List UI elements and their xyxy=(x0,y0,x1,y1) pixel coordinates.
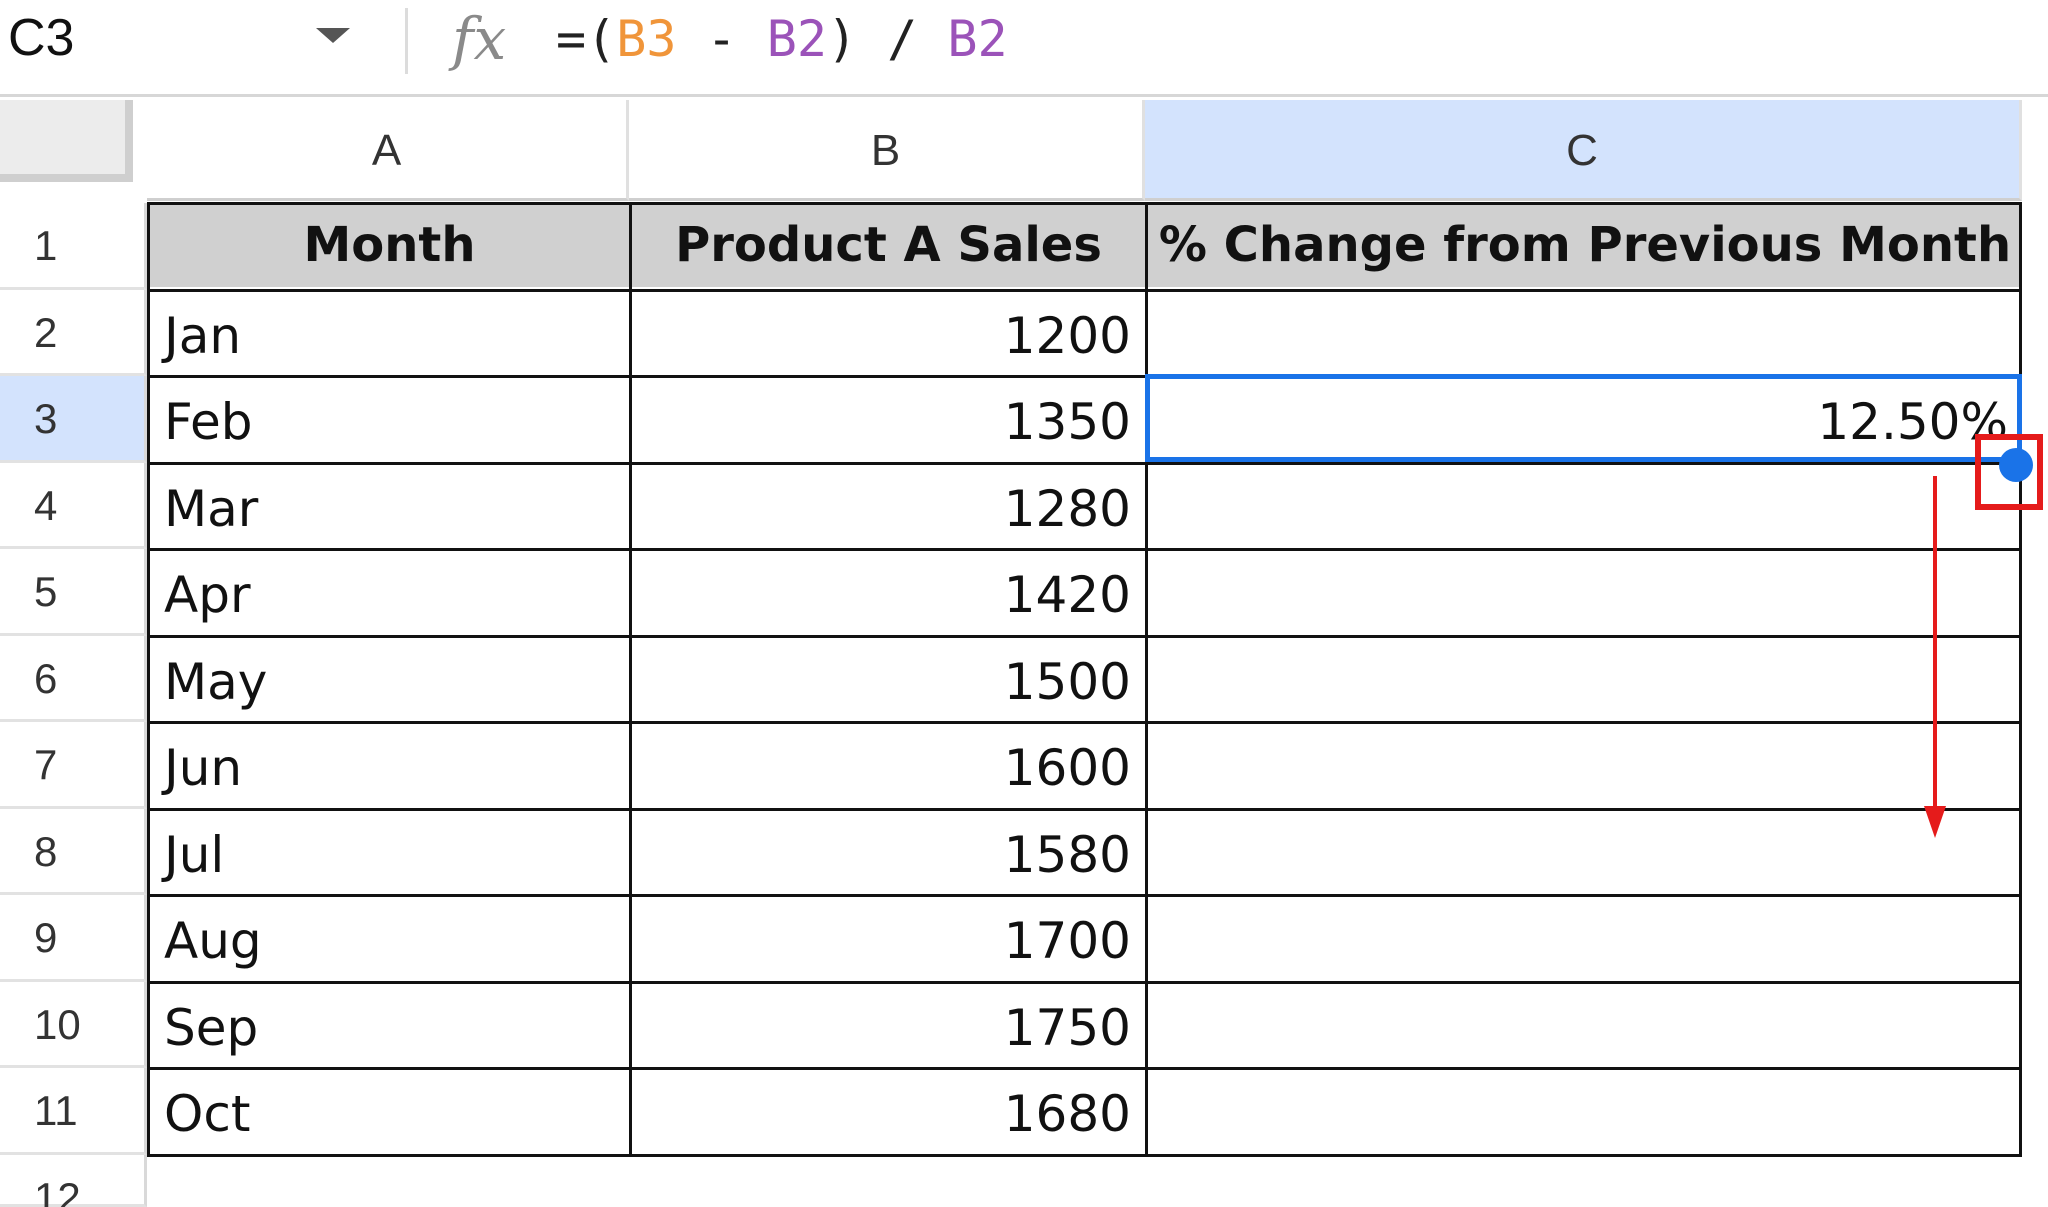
table-row-border xyxy=(147,1153,2022,1157)
cell-sales[interactable]: 1600 xyxy=(632,728,1145,809)
cell-change[interactable] xyxy=(1148,815,2022,896)
cell-change[interactable] xyxy=(1148,642,2022,723)
header-percent-change[interactable]: % Change from Previous Month xyxy=(1148,203,2022,287)
cell-month[interactable]: Feb xyxy=(150,382,629,463)
row-header-5[interactable]: 5 xyxy=(0,549,147,636)
row-number: 8 xyxy=(34,827,58,875)
formula-input[interactable]: =(B3 - B2) / B2 xyxy=(556,6,1008,72)
cell-sales[interactable]: 1280 xyxy=(632,469,1145,550)
table-column-border xyxy=(147,203,150,1154)
cell-sales[interactable]: 1700 xyxy=(632,901,1145,982)
row-header-9[interactable]: 9 xyxy=(0,895,147,982)
name-box-dropdown-icon[interactable] xyxy=(316,28,350,43)
formula-part: ) / xyxy=(826,10,948,68)
header-month[interactable]: Month xyxy=(150,203,629,287)
cell-sales[interactable]: 1580 xyxy=(632,815,1145,896)
fill-handle[interactable] xyxy=(1999,448,2033,482)
column-header-b[interactable]: B xyxy=(629,100,1145,201)
table-row-border xyxy=(147,1067,2022,1070)
row-header-3[interactable]: 3 xyxy=(0,376,147,463)
table-column-border xyxy=(629,203,632,1154)
row-number: 5 xyxy=(34,568,58,615)
row-number: 11 xyxy=(34,1087,78,1134)
table-row-border xyxy=(147,894,2022,897)
formula-part: =( xyxy=(556,10,617,68)
row-header-4[interactable]: 4 xyxy=(0,462,147,549)
formula-ref-b2: B2 xyxy=(947,10,1008,68)
row-number: 6 xyxy=(34,654,58,702)
formula-ref-b2: B2 xyxy=(766,10,827,68)
cell-change[interactable] xyxy=(1148,469,2022,550)
table-column-border xyxy=(2019,203,2022,1154)
formula-ref-b3: B3 xyxy=(616,10,677,68)
header-product-a-sales[interactable]: Product A Sales xyxy=(632,203,1145,287)
cell-month[interactable]: Mar xyxy=(150,469,629,550)
select-all-corner[interactable] xyxy=(0,100,133,182)
table-column-border xyxy=(1145,203,1148,1154)
cell-month[interactable]: May xyxy=(150,642,629,723)
row-header-10[interactable]: 10 xyxy=(0,981,147,1068)
cell-sales[interactable]: 1680 xyxy=(632,1074,1145,1155)
row-header-8[interactable]: 8 xyxy=(0,808,147,895)
row-number: 10 xyxy=(34,1000,81,1048)
table-row-border xyxy=(147,202,2022,205)
row-number: 12 xyxy=(34,1173,81,1207)
row-header-12[interactable]: 12 xyxy=(0,1154,147,1207)
cell-change[interactable] xyxy=(1148,728,2022,809)
active-cell-selection xyxy=(1145,374,2022,462)
row-number: 9 xyxy=(34,914,58,961)
table-row-border xyxy=(147,634,2022,638)
formula-part: - xyxy=(676,10,767,68)
row-header-1[interactable]: 1 xyxy=(0,203,147,290)
cell-month[interactable]: Sep xyxy=(150,988,629,1069)
row-header-11[interactable]: 11 xyxy=(0,1068,147,1155)
fx-icon: fx xyxy=(452,5,507,73)
cell-sales[interactable]: 1500 xyxy=(632,642,1145,723)
table-row-border xyxy=(147,721,2022,724)
table-row-border xyxy=(147,980,2022,984)
cell-month[interactable]: Jan xyxy=(150,296,629,377)
formula-bar: C3 fx =(B3 - B2) / B2 xyxy=(0,0,2048,97)
row-number: 1 xyxy=(34,222,58,269)
cell-month[interactable]: Apr xyxy=(150,555,629,636)
row-number: 3 xyxy=(34,395,58,442)
column-header-a[interactable]: A xyxy=(147,100,629,201)
cell-month[interactable]: Oct xyxy=(150,1074,629,1155)
cell-sales[interactable]: 1750 xyxy=(632,988,1145,1069)
drag-down-arrow-icon xyxy=(1924,476,1946,838)
cell-month[interactable]: Jun xyxy=(150,728,629,809)
cell-change[interactable] xyxy=(1148,555,2022,636)
row-number: 4 xyxy=(34,481,58,529)
row-number: 7 xyxy=(34,741,58,788)
row-header-7[interactable]: 7 xyxy=(0,722,147,809)
column-header-c[interactable]: C xyxy=(1145,100,2022,201)
row-number: 2 xyxy=(34,308,58,356)
formula-bar-divider xyxy=(405,8,408,74)
cell-month[interactable]: Aug xyxy=(150,901,629,982)
cell-change[interactable] xyxy=(1148,901,2022,982)
cell-change[interactable] xyxy=(1148,988,2022,1069)
table-row-border xyxy=(147,807,2022,811)
cell-month[interactable]: Jul xyxy=(150,815,629,896)
cell-sales[interactable]: 1420 xyxy=(632,555,1145,636)
cell-sales[interactable]: 1350 xyxy=(632,382,1145,463)
name-box[interactable]: C3 xyxy=(8,8,74,68)
cell-change[interactable] xyxy=(1148,296,2022,377)
table-row-border xyxy=(147,288,2022,292)
row-header-2[interactable]: 2 xyxy=(0,289,147,376)
cell-change[interactable] xyxy=(1148,1074,2022,1155)
cell-sales[interactable]: 1200 xyxy=(632,296,1145,377)
row-header-6[interactable]: 6 xyxy=(0,635,147,722)
table-row-border xyxy=(147,548,2022,551)
